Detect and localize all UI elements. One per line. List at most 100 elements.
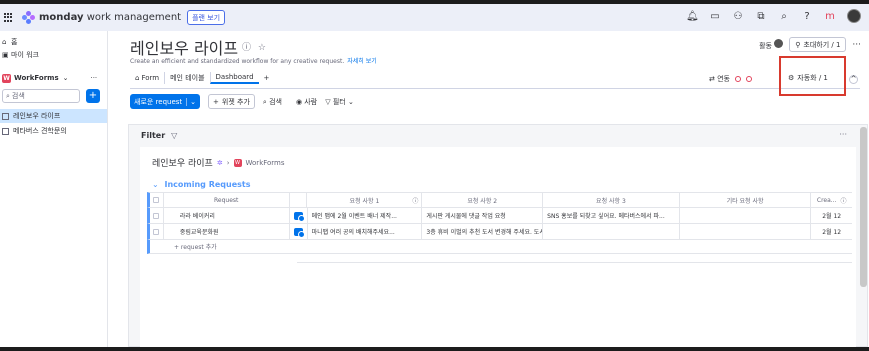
date-cell[interactable]: 2월 12: [811, 224, 852, 240]
a1-cell[interactable]: 마니팹 여러 공의 배치해주세요...: [308, 223, 423, 240]
updates-button[interactable]: [290, 207, 308, 224]
left-sidebar: ⌂ 홈 ▣ 마이 워크 W WorkForms ⌄ ··· ⌕ 검색 + 레인보…: [0, 31, 108, 347]
apps-grid-icon[interactable]: [4, 12, 14, 23]
column-header-a2[interactable]: 요청 사항 2: [422, 192, 544, 208]
inbox-icon[interactable]: ▭: [709, 11, 721, 22]
add-request-row[interactable]: + request 추가: [147, 240, 852, 254]
tab-main-table[interactable]: 메인 테이블: [164, 72, 209, 84]
a1-cell[interactable]: 메인 맵에 2월 이벤트 배너 제작...: [308, 207, 423, 224]
workspace-badge: W: [2, 73, 11, 83]
plus-icon: +: [213, 97, 219, 106]
request-cell[interactable]: 중림교육문화원: [164, 223, 290, 240]
see-plans-button[interactable]: 플랜 보기: [187, 10, 226, 25]
column-header-date[interactable]: Crea... ⓘ: [811, 192, 852, 208]
items-table: Request 요청 사항 1 ⓘ 요청 사항 2 요청 사항 3 기타 요청 …: [147, 192, 852, 263]
chevron-down-icon[interactable]: ⌄: [152, 180, 159, 189]
row-checkbox[interactable]: [150, 207, 164, 224]
tab-dashboard[interactable]: Dashboard: [209, 72, 259, 84]
info-icon[interactable]: ⓘ: [242, 43, 251, 53]
logo-icon[interactable]: m: [824, 11, 836, 22]
table-row[interactable]: 라라 베이커리 메인 맵에 2월 이벤트 배너 제작... 게시판 게시물에 댓…: [147, 207, 852, 224]
activity-button[interactable]: 활동: [759, 38, 784, 51]
filter-button[interactable]: ▽ 필터 ⌄: [325, 97, 354, 107]
search-button[interactable]: ⌕ 검색: [263, 97, 282, 107]
column-header-etc[interactable]: 기타 요청 사항: [680, 192, 812, 208]
invite-button[interactable]: ⚲ 초대하기 / 1: [789, 37, 847, 52]
a2-cell[interactable]: 3층 휴비 이벌의 추천 도서 변경해 주세요. 도서 ...: [422, 223, 544, 240]
bell-icon[interactable]: 🔔︎: [686, 11, 699, 22]
add-widget-button[interactable]: + 위젯 추가: [208, 94, 255, 109]
new-request-button[interactable]: 새로운 request ⌄: [130, 94, 201, 109]
a3-cell[interactable]: [543, 223, 680, 240]
dashboard-more-button[interactable]: ···: [839, 130, 847, 139]
date-cell[interactable]: 2월 12: [811, 208, 852, 224]
person-icon: ⚲: [795, 40, 801, 49]
workspace-selector[interactable]: W WorkForms ⌄ ···: [0, 70, 107, 86]
breadcrumb-separator: ›: [226, 158, 230, 167]
collapse-header-button[interactable]: ^: [849, 75, 858, 84]
brand-logo[interactable]: monday work management: [22, 11, 181, 24]
workspace-more-button[interactable]: ···: [90, 74, 97, 82]
a2-cell[interactable]: 게시판 게시물에 댓글 작업 요청: [422, 207, 544, 224]
sidebar-item-label: 마이 워크: [11, 50, 39, 59]
updates-button[interactable]: [290, 223, 308, 240]
row-checkbox[interactable]: [150, 223, 164, 240]
robot-icon: ⚙: [788, 74, 795, 82]
etc-cell[interactable]: [680, 223, 812, 240]
chat-icon: [293, 227, 305, 238]
sidebar-item-my-work[interactable]: ▣ 마이 워크: [0, 48, 107, 61]
sidebar-board-metaverse[interactable]: 메타버스 견학문의: [0, 124, 107, 138]
more-menu-button[interactable]: ···: [852, 40, 861, 50]
chevron-down-icon[interactable]: ⌄: [186, 97, 196, 106]
vertical-scrollbar[interactable]: [860, 127, 867, 287]
top-bar: monday work management 플랜 보기 🔔︎ ▭ ⚇ ⧉ ⌕ …: [0, 4, 869, 31]
etc-cell[interactable]: [680, 207, 812, 224]
star-icon[interactable]: ☆: [258, 43, 266, 53]
user-avatar[interactable]: [847, 9, 861, 23]
help-icon[interactable]: ?: [801, 11, 813, 22]
info-icon: ⓘ: [412, 197, 419, 205]
person-filter-button[interactable]: ◉ 사람: [296, 97, 317, 107]
table-header-row: Request 요청 사항 1 ⓘ 요청 사항 2 요청 사항 3 기타 요청 …: [147, 192, 852, 208]
column-header-a1[interactable]: 요청 사항 1 ⓘ: [307, 192, 423, 208]
invite-icon[interactable]: ⚇: [732, 11, 744, 22]
apps-icon[interactable]: ⧉: [755, 11, 767, 22]
breadcrumb-workspace[interactable]: WorkForms: [246, 159, 285, 167]
table-row[interactable]: 중림교육문화원 마니팹 여러 공의 배치해주세요... 3층 휴비 이벌의 추천…: [147, 223, 852, 240]
summary-row: [297, 254, 852, 263]
tab-form[interactable]: ⌂ Form: [130, 72, 164, 84]
chat-icon: [293, 211, 305, 222]
sidebar-board-rainbow-life[interactable]: 레인보우 라이프: [0, 109, 107, 123]
dashboard-filter-bar[interactable]: Filter ▽: [129, 125, 862, 145]
plan-label: 플랜 보기: [192, 13, 221, 22]
table-widget: 레인보우 라이프 ✲ › W WorkForms ⌄ Incoming Requ…: [140, 147, 856, 348]
filter-label: Filter: [141, 130, 166, 140]
sidebar-search-input[interactable]: ⌕ 검색: [2, 89, 80, 103]
search-icon[interactable]: ⌕: [778, 11, 790, 22]
a3-cell[interactable]: SNS 홍보를 되찾고 싶어요. 메타버스에서 파...: [543, 207, 680, 224]
status-icon: [735, 76, 741, 82]
search-icon: ⌕: [262, 97, 267, 106]
info-icon: ⓘ: [840, 197, 847, 205]
group-title[interactable]: ⌄ Incoming Requests: [152, 180, 250, 189]
tabs-divider: [130, 88, 860, 89]
select-all-checkbox[interactable]: [150, 192, 164, 208]
filter-icon: ▽: [171, 130, 178, 140]
integrate-button[interactable]: ⇄ 연동: [709, 74, 730, 84]
workspace-name: WorkForms: [14, 74, 59, 82]
board-icon: [2, 112, 9, 120]
add-view-button[interactable]: +: [259, 72, 275, 84]
workspace-badge: W: [233, 158, 242, 167]
search-placeholder: 검색: [11, 92, 25, 100]
sidebar-item-home[interactable]: ⌂ 홈: [0, 35, 107, 48]
request-cell[interactable]: 라라 베이커리: [164, 207, 290, 224]
main-area: 레인보우 라이프 ⓘ ☆ Create an efficient and sta…: [109, 31, 869, 348]
widget-title: 레인보우 라이프: [152, 159, 213, 169]
automation-button[interactable]: ⚙ 자동화 / 1: [788, 73, 828, 83]
sidebar-board-label: 레인보우 라이프: [13, 112, 61, 120]
column-header-request[interactable]: Request: [164, 192, 290, 208]
column-header-a3[interactable]: 요청 사항 3: [543, 192, 680, 208]
see-more-link[interactable]: 자세히 보기: [347, 58, 377, 65]
add-board-button[interactable]: +: [86, 89, 100, 103]
calendar-icon: ▣: [2, 50, 9, 59]
